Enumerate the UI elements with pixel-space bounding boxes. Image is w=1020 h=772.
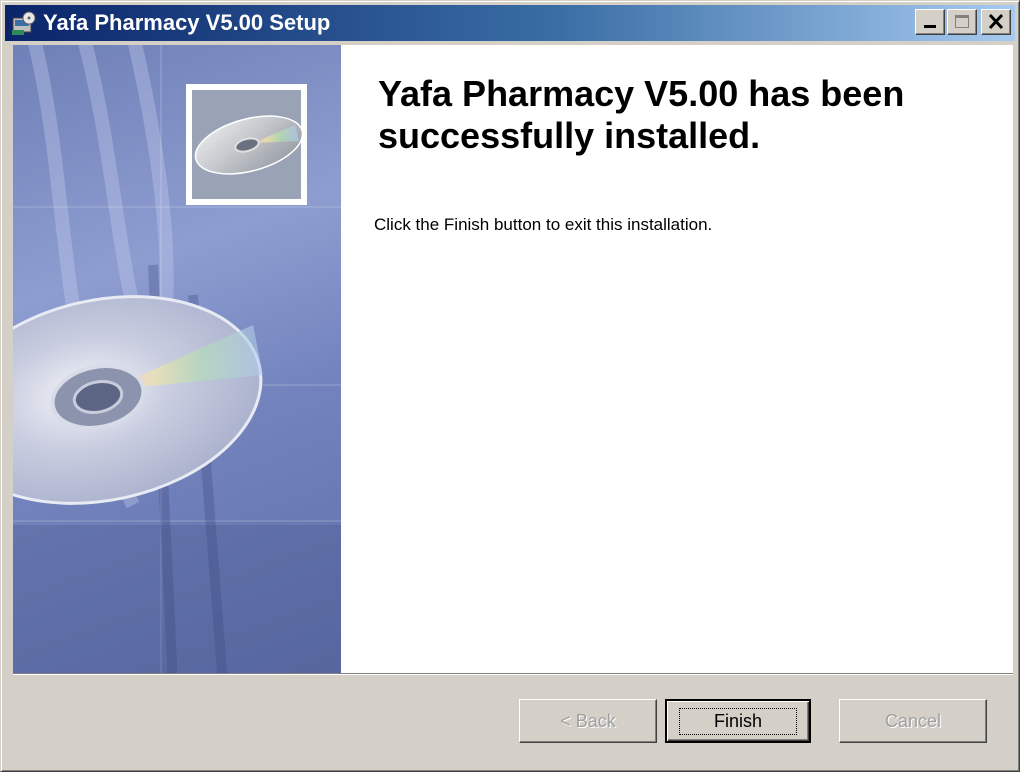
close-icon xyxy=(982,10,1010,34)
footer-separator xyxy=(13,673,1013,675)
instruction-text: Click the Finish button to exit this ins… xyxy=(374,215,713,234)
title-bar[interactable]: Yafa Pharmacy V5.00 Setup xyxy=(5,5,1015,41)
title-bar-buttons xyxy=(913,9,1011,35)
minimize-icon xyxy=(924,25,936,28)
setup-window: Yafa Pharmacy V5.00 Setup Yafa Pharmacy … xyxy=(0,0,1020,772)
content-panel: Yafa Pharmacy V5.00 has been successfull… xyxy=(341,45,1013,673)
maximize-button[interactable] xyxy=(947,9,977,35)
finish-button-label: Finish xyxy=(678,707,797,735)
minimize-button[interactable] xyxy=(915,9,945,35)
wizard-banner-image xyxy=(13,45,341,673)
window-title: Yafa Pharmacy V5.00 Setup xyxy=(43,10,331,35)
cancel-button[interactable]: Cancel xyxy=(839,699,987,743)
completion-heading: Yafa Pharmacy V5.00 has been successfull… xyxy=(378,73,905,156)
close-button[interactable] xyxy=(981,9,1011,35)
maximize-icon xyxy=(955,15,969,28)
setup-app-icon xyxy=(11,10,37,36)
finish-button[interactable]: Finish xyxy=(665,699,811,743)
back-button[interactable]: < Back xyxy=(519,699,657,743)
